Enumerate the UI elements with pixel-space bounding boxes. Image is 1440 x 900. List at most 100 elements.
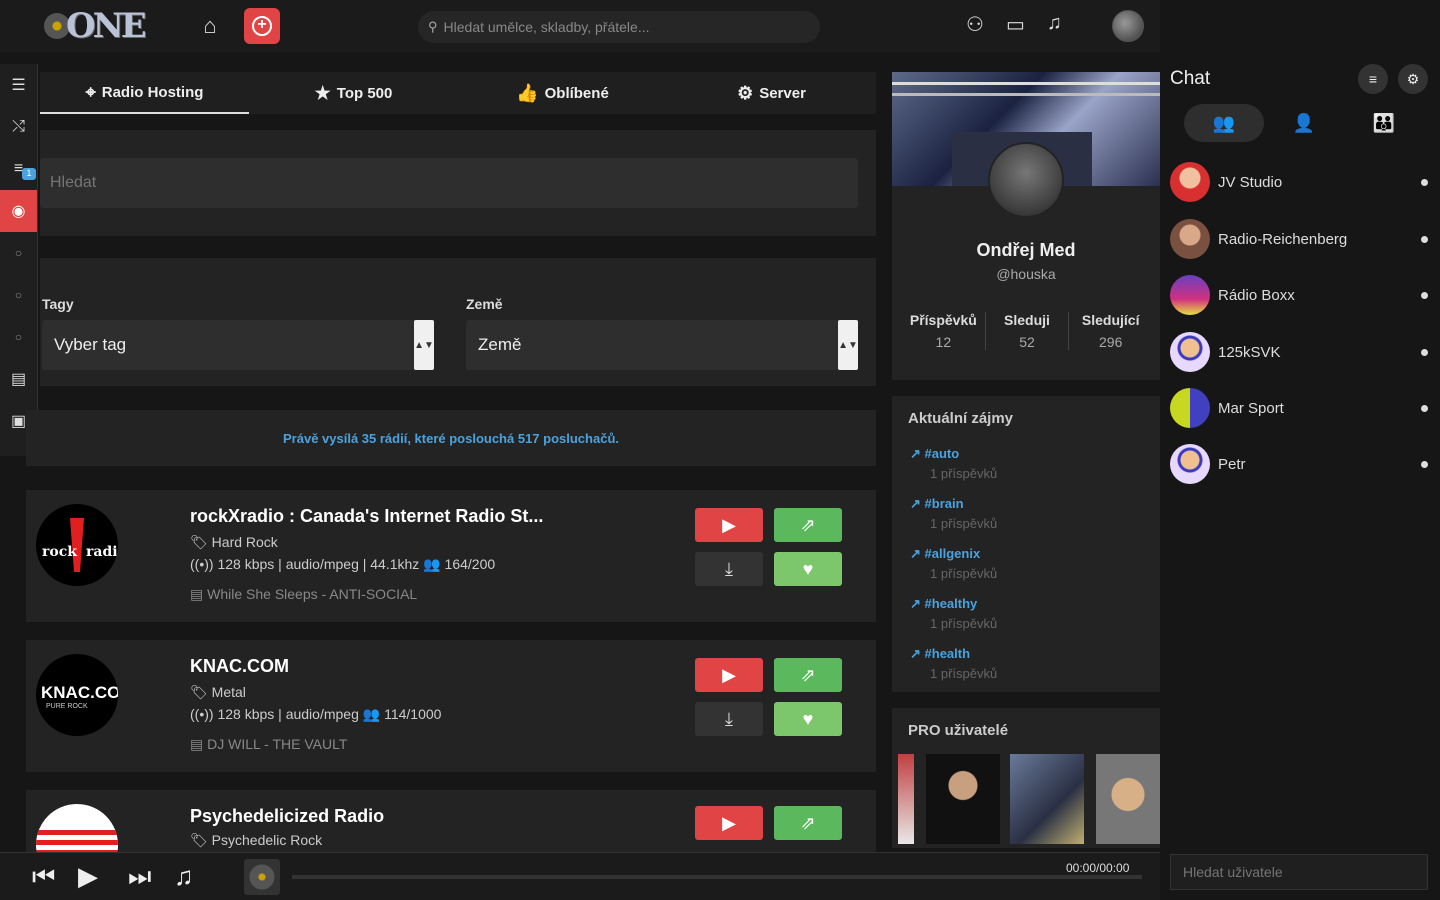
home-icon[interactable]: ⌂ xyxy=(196,12,224,40)
contact-avatar xyxy=(1170,332,1210,372)
play-button[interactable]: ▶ xyxy=(695,806,763,840)
listeners-icon: 👥 xyxy=(362,706,381,722)
playlist-icon[interactable]: ♫ xyxy=(174,861,194,892)
left-sidebar: ☰ ⤭ ≡ 1 ◉ ○ ○ ○ ▤ ▣ xyxy=(0,64,38,456)
logo-text: ONE xyxy=(66,6,147,46)
chat-contact[interactable]: Petr xyxy=(1170,442,1432,486)
tab-radio-hosting[interactable]: ⌖ Radio Hosting xyxy=(40,72,249,114)
tab-top-500[interactable]: ★ Top 500 xyxy=(249,72,458,114)
chat-contact[interactable]: 125kSVK xyxy=(1170,330,1432,374)
profile-avatar[interactable] xyxy=(988,142,1064,218)
trending-item[interactable]: ↗ #allgenix 1 příspěvků xyxy=(910,546,997,581)
stat-followers[interactable]: Sledující 296 xyxy=(1069,312,1152,350)
user-add-icon: 👤 xyxy=(1292,112,1316,133)
tags-select[interactable]: Vyber tag ▲▼ xyxy=(42,320,434,370)
open-external-button[interactable]: ⇗ xyxy=(774,806,842,840)
trend-count: 1 příspěvků xyxy=(930,666,998,681)
station-title[interactable]: KNAC.COM xyxy=(190,656,289,677)
play-icon: ▶ xyxy=(722,812,736,833)
profile-name[interactable]: Ondřej Med xyxy=(892,240,1160,261)
profile-card: Ondřej Med @houska Příspěvků 12 Sleduji … xyxy=(892,72,1160,380)
trending-item[interactable]: ↗ #auto 1 příspěvků xyxy=(910,446,997,481)
pro-user-thumb[interactable] xyxy=(1096,754,1160,844)
bell-icon[interactable]: ♫ xyxy=(1047,12,1062,37)
global-search-input[interactable]: ⚲ Hledat umělce, skladby, přátele... xyxy=(418,11,820,43)
trending-item[interactable]: ↗ #brain 1 příspěvků xyxy=(910,496,997,531)
profile-handle: @houska xyxy=(996,266,1056,282)
chat-contact[interactable]: JV Studio xyxy=(1170,160,1432,204)
app-logo[interactable]: ONE xyxy=(44,4,147,48)
station-card[interactable]: rock radio rockXradio : Canada's Interne… xyxy=(26,490,876,622)
avatar[interactable] xyxy=(1112,10,1144,42)
station-genre: 🏷 Psychedelic Rock xyxy=(190,832,322,849)
favorite-button[interactable]: ♥ xyxy=(774,552,842,586)
heart-icon: ♥ xyxy=(802,558,814,579)
favorite-button[interactable]: ♥ xyxy=(774,702,842,736)
next-icon[interactable]: ⏭ xyxy=(128,861,151,893)
station-card[interactable]: KNAC.COM PURE ROCK KNAC.COM 🏷 Metal ((•)… xyxy=(26,640,876,772)
chat-tab-friends[interactable]: 👥 xyxy=(1184,104,1264,142)
contact-name: Radio-Reichenberg xyxy=(1218,230,1348,248)
radio-icon[interactable]: ◉ xyxy=(0,190,37,232)
trend-count: 1 příspěvků xyxy=(930,466,998,481)
add-contact-icon[interactable]: ≡ xyxy=(1358,64,1388,94)
previous-icon[interactable]: ⏮ xyxy=(32,861,55,893)
station-title[interactable]: rockXradio : Canada's Internet Radio St.… xyxy=(190,506,543,527)
shuffle-icon[interactable]: ⤭ xyxy=(0,106,37,148)
genre-text: Hard Rock xyxy=(211,534,278,550)
tag-icon: 🏷 xyxy=(190,534,208,550)
gear-icon[interactable]: ⚙ xyxy=(1398,64,1428,94)
document-icon[interactable]: ▤ xyxy=(0,358,37,400)
chat-title: Chat xyxy=(1170,68,1211,89)
circle-icon[interactable]: ○ xyxy=(0,232,37,274)
genre-text: Psychedelic Rock xyxy=(211,832,323,848)
chat-tab-following[interactable]: 👤 xyxy=(1264,104,1344,142)
trend-count: 1 příspěvků xyxy=(930,516,998,531)
open-external-button[interactable]: ⇗ xyxy=(774,508,842,542)
download-icon: ⤓ xyxy=(725,708,733,729)
trending-item[interactable]: ↗ #health 1 příspěvků xyxy=(910,646,997,681)
station-card[interactable]: Psychedelicized Radio 🏷 Psychedelic Rock… xyxy=(26,790,876,852)
trending-item[interactable]: ↗ #healthy 1 příspěvků xyxy=(910,596,997,631)
stat-value: 12 xyxy=(935,334,952,350)
list-icon[interactable]: ☰ xyxy=(0,64,37,106)
now-playing-thumbnail[interactable] xyxy=(244,859,280,895)
chat-contact[interactable]: Rádio Boxx xyxy=(1170,273,1432,317)
station-title[interactable]: Psychedelicized Radio xyxy=(190,806,384,827)
thumbs-up-icon: 👍 xyxy=(516,82,539,103)
display-icon[interactable]: ▭ xyxy=(1006,12,1025,37)
station-now-playing: ▤ DJ WILL - THE VAULT xyxy=(190,736,347,753)
progress-bar[interactable] xyxy=(292,875,1142,879)
circle-icon[interactable]: ○ xyxy=(0,274,37,316)
stat-following[interactable]: Sleduji 52 xyxy=(986,312,1070,350)
pro-user-thumb[interactable] xyxy=(1010,754,1084,844)
download-button[interactable]: ⤓ xyxy=(695,702,763,736)
user-icon[interactable]: ⚇ xyxy=(966,12,984,37)
chat-tab-groups[interactable]: 👪 xyxy=(1344,104,1424,142)
queue-icon[interactable]: ≡ 1 xyxy=(0,148,37,190)
external-link-icon: ⇗ xyxy=(800,514,816,535)
status-dot xyxy=(1421,460,1428,468)
broadcast-info: Právě vysílá 35 rádií, které poslouchá 5… xyxy=(26,410,876,466)
svg-text:rock: rock xyxy=(42,544,77,560)
play-icon[interactable]: ▶ xyxy=(78,861,98,892)
play-button[interactable]: ▶ xyxy=(695,658,763,692)
tab-oblibene[interactable]: 👍 Oblíbené xyxy=(458,72,667,114)
user-search-input[interactable] xyxy=(1170,854,1428,890)
download-button[interactable]: ⤓ xyxy=(695,552,763,586)
open-external-button[interactable]: ⇗ xyxy=(774,658,842,692)
play-button[interactable]: ▶ xyxy=(695,508,763,542)
chat-contact[interactable]: Radio-Reichenberg xyxy=(1170,217,1432,261)
country-select[interactable]: Země ▲▼ xyxy=(466,320,858,370)
knac-logo-icon: KNAC.COM PURE ROCK xyxy=(41,683,118,710)
tab-server[interactable]: ⚙ Server xyxy=(667,72,876,114)
pro-user-thumb[interactable] xyxy=(926,754,1000,844)
stat-label: Sleduji xyxy=(1004,312,1050,328)
circle-icon[interactable]: ○ xyxy=(0,316,37,358)
contact-avatar xyxy=(1170,275,1210,315)
station-search-input[interactable] xyxy=(40,158,858,208)
stat-posts[interactable]: Příspěvků 12 xyxy=(902,312,986,350)
pro-user-thumb[interactable] xyxy=(898,754,914,844)
add-button[interactable]: + xyxy=(244,8,280,44)
chat-contact[interactable]: Mar Sport xyxy=(1170,386,1432,430)
